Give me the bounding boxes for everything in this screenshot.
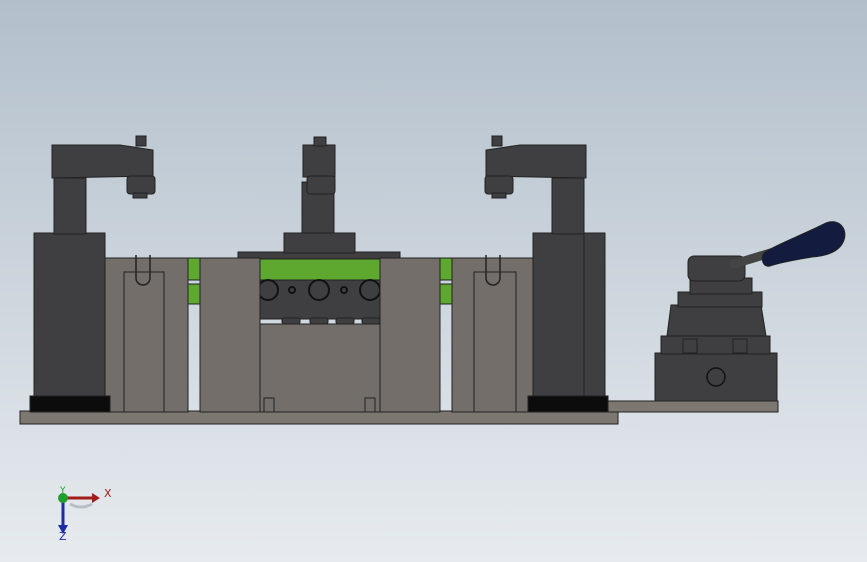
valve-body <box>654 352 778 402</box>
assembly-drawing <box>0 0 867 562</box>
left-center-support <box>199 257 261 413</box>
valve-taper <box>666 304 767 337</box>
center-lower-slot-right <box>364 397 376 413</box>
center-rod-collar <box>283 232 356 254</box>
center-clamp-screw <box>313 136 327 147</box>
center-clamp-head <box>302 144 336 178</box>
green-plate-left-lower <box>186 283 201 305</box>
y-axis-label: Y <box>60 486 66 496</box>
right-clamp-tip <box>491 192 507 199</box>
left-clamp-nut <box>126 175 156 195</box>
right-clamp-rod <box>551 177 585 235</box>
center-lower-slot-left <box>263 397 275 413</box>
right-clamp-screw <box>491 135 503 147</box>
valve-collar <box>660 335 771 355</box>
valve-port-fitting-left <box>682 338 698 354</box>
valve-base-strip <box>607 400 779 413</box>
green-plate-center <box>259 256 381 281</box>
left-clamp-screw <box>135 135 147 147</box>
left-clamp-rod <box>53 177 87 235</box>
z-axis-label: Z <box>59 530 67 543</box>
left-clamp-pad <box>29 395 111 413</box>
left-clamp-cylinder-body <box>33 232 106 399</box>
right-clamp-arm <box>485 144 587 179</box>
center-lower-block <box>257 323 382 413</box>
right-inner-support <box>473 271 517 413</box>
valve-port-fitting-right <box>732 338 748 354</box>
right-clamp-pad <box>527 395 609 413</box>
base-plate <box>19 410 619 425</box>
left-clamp-arm <box>51 144 154 179</box>
right-clamp-nut <box>484 175 514 195</box>
left-clamp-tip <box>132 192 148 199</box>
left-inner-support <box>123 271 165 413</box>
right-center-support <box>379 257 441 413</box>
cad-viewport[interactable]: X Y Z <box>0 0 867 562</box>
right-cylinder-cap <box>583 232 606 399</box>
center-clamp-nut <box>306 175 336 195</box>
x-axis-label: X <box>104 487 112 500</box>
